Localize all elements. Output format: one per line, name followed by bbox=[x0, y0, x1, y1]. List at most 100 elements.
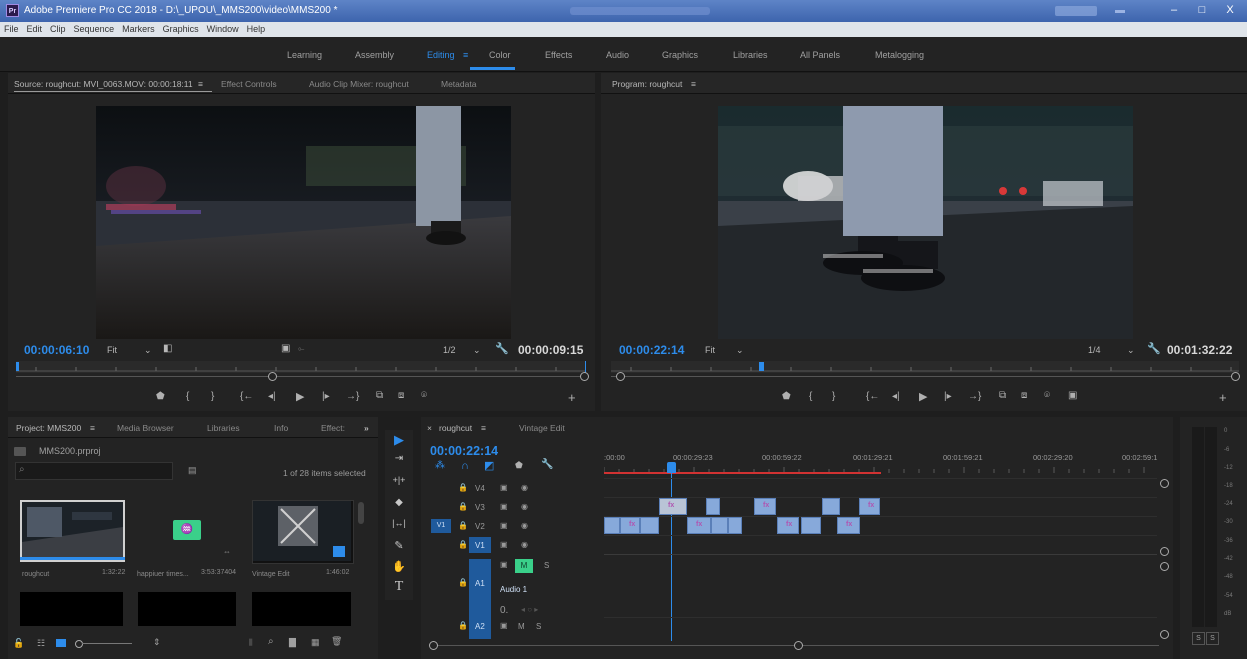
ripple-edit-tool-icon[interactable]: +|+ bbox=[389, 475, 409, 485]
source-time-ruler[interactable] bbox=[16, 361, 587, 373]
v4-sync-icon[interactable]: ▣ bbox=[500, 483, 508, 492]
menu-file[interactable]: File bbox=[0, 22, 23, 37]
source-go-to-out-icon[interactable]: →} bbox=[346, 391, 359, 402]
project-overflow-icon[interactable]: » bbox=[364, 423, 369, 433]
v3-clip-1[interactable]: fx bbox=[659, 498, 687, 515]
menu-markers[interactable]: Markers bbox=[118, 22, 159, 37]
source-resolution-select[interactable]: 1/2 bbox=[443, 345, 456, 355]
timeline-vscroll-handle-top[interactable] bbox=[1160, 479, 1169, 488]
timeline-hscroll-handle-left[interactable] bbox=[429, 641, 438, 650]
source-zoom-select[interactable]: Fit bbox=[107, 345, 117, 355]
tab-program[interactable]: Program: roughcut bbox=[612, 79, 682, 89]
source-step-back-icon[interactable]: ◂| bbox=[268, 391, 276, 402]
find-icon[interactable]: ⌕ bbox=[268, 636, 274, 647]
selection-tool-icon[interactable]: ▶ bbox=[389, 432, 409, 448]
timeline-vscroll-handle-mid[interactable] bbox=[1160, 547, 1169, 556]
menu-graphics[interactable]: Graphics bbox=[159, 22, 203, 37]
type-tool-icon[interactable]: T bbox=[389, 579, 409, 595]
menu-sequence[interactable]: Sequence bbox=[70, 22, 119, 37]
workspace-all-panels[interactable]: All Panels bbox=[800, 50, 840, 60]
menu-clip[interactable]: Clip bbox=[46, 22, 70, 37]
v1-sync-icon[interactable]: ▣ bbox=[500, 540, 508, 549]
timeline-menu-icon[interactable]: ≡ bbox=[481, 423, 486, 433]
program-zoom-select[interactable]: Fit bbox=[705, 345, 715, 355]
source-step-forward-icon[interactable]: |▸ bbox=[322, 391, 330, 402]
program-resolution-select[interactable]: 1/4 bbox=[1088, 345, 1101, 355]
project-thumb-5[interactable] bbox=[138, 592, 236, 626]
source-insert-icon[interactable]: ⧉ bbox=[376, 390, 383, 401]
source-playhead-timecode[interactable]: 00:00:06:10 bbox=[24, 343, 89, 357]
track-v3-label[interactable]: V3 bbox=[475, 503, 485, 512]
snap-icon[interactable]: ⁂ bbox=[435, 460, 445, 471]
source-export-frame-icon[interactable]: ⌾ bbox=[421, 390, 427, 401]
timeline-timecode[interactable]: 00:00:22:14 bbox=[430, 444, 498, 458]
project-search-input[interactable] bbox=[15, 462, 173, 480]
v2-sync-icon[interactable]: ▣ bbox=[500, 521, 508, 530]
program-lift-icon[interactable]: ⧉ bbox=[999, 390, 1006, 401]
menu-edit[interactable]: Edit bbox=[23, 22, 47, 37]
workspace-effects[interactable]: Effects bbox=[545, 50, 572, 60]
workspace-menu-icon[interactable]: ≡ bbox=[463, 50, 468, 60]
project-thumb-happiuer[interactable]: ♒ ⇔ bbox=[138, 500, 238, 562]
v2-clip-5[interactable] bbox=[711, 517, 728, 534]
menu-window[interactable]: Window bbox=[203, 22, 243, 37]
timeline-vscroll-handle-bottom[interactable] bbox=[1160, 630, 1169, 639]
tab-media-browser[interactable]: Media Browser bbox=[117, 423, 174, 433]
v3-clip-4[interactable] bbox=[822, 498, 840, 515]
program-go-to-out-icon[interactable]: →} bbox=[968, 391, 981, 402]
v1-lock-icon[interactable]: 🔒 bbox=[458, 540, 468, 549]
workspace-color[interactable]: Color bbox=[489, 50, 511, 60]
a1-lock-icon[interactable]: 🔒 bbox=[458, 578, 468, 587]
track-v2-label[interactable]: V2 bbox=[475, 522, 485, 531]
source-zoom-handle-left[interactable] bbox=[268, 372, 277, 381]
a2-lock-icon[interactable]: 🔒 bbox=[458, 621, 468, 630]
new-search-bin-icon[interactable]: ▤ bbox=[188, 465, 197, 476]
work-area-bar[interactable] bbox=[604, 472, 881, 474]
a1-volume-value[interactable]: 0. bbox=[500, 605, 508, 616]
pen-tool-icon[interactable]: ✎ bbox=[389, 539, 409, 552]
timeline-vscroll-handle-audio[interactable] bbox=[1160, 562, 1169, 571]
program-compare-icon[interactable]: ▣ bbox=[1068, 390, 1077, 401]
a1-sync-icon[interactable]: ▣ bbox=[500, 560, 508, 569]
program-go-to-in-icon[interactable]: {← bbox=[866, 391, 879, 402]
program-extract-icon[interactable]: ⧈ bbox=[1021, 390, 1027, 401]
track-a1-label[interactable]: A1 bbox=[475, 579, 485, 588]
source-play-icon[interactable]: ▶ bbox=[296, 390, 304, 403]
v3-clip-3[interactable]: fx bbox=[754, 498, 776, 515]
maximize-button[interactable]: □ bbox=[1188, 3, 1216, 18]
v2-clip-8[interactable] bbox=[801, 517, 821, 534]
sort-icon[interactable]: ⇕ bbox=[153, 637, 161, 648]
tab-source[interactable]: Source: roughcut: MVI_0063.MOV: 00:00:18… bbox=[14, 79, 193, 89]
program-mark-in-icon[interactable]: { bbox=[809, 391, 812, 402]
project-thumb-4[interactable] bbox=[20, 592, 123, 626]
slip-tool-icon[interactable]: |↔| bbox=[389, 518, 409, 528]
zoom-slider-handle[interactable] bbox=[75, 640, 83, 648]
workspace-assembly[interactable]: Assembly bbox=[355, 50, 394, 60]
v2-clip-9[interactable]: fx bbox=[837, 517, 860, 534]
source-zoom-handle-right[interactable] bbox=[580, 372, 589, 381]
program-time-ruler[interactable] bbox=[611, 361, 1239, 373]
v2-clip-1[interactable] bbox=[604, 517, 620, 534]
v3-eye-icon[interactable]: ◉ bbox=[521, 502, 528, 511]
workspace-libraries[interactable]: Libraries bbox=[733, 50, 768, 60]
trash-icon[interactable]: 🗑 bbox=[331, 636, 342, 647]
v4-eye-icon[interactable]: ◉ bbox=[521, 483, 528, 492]
program-add-marker-icon[interactable]: ⬟ bbox=[782, 391, 791, 402]
program-mark-out-icon[interactable]: } bbox=[832, 391, 835, 402]
track-a2-label[interactable]: A2 bbox=[475, 622, 485, 631]
close-button[interactable]: X bbox=[1216, 3, 1244, 18]
v2-clip-2[interactable]: fx bbox=[620, 517, 640, 534]
a1-prev-keyframe-icon[interactable]: ◂ ○ ▸ bbox=[521, 605, 538, 614]
a2-solo-button[interactable]: S bbox=[536, 622, 541, 631]
source-settings-icon[interactable]: ◧ bbox=[163, 343, 172, 354]
v2-clip-6[interactable] bbox=[728, 517, 742, 534]
icon-view-icon[interactable] bbox=[56, 639, 66, 647]
source-drag-video-icon[interactable]: ▣ bbox=[281, 343, 290, 354]
project-thumb-6[interactable] bbox=[252, 592, 351, 626]
new-bin-icon[interactable]: ▇ bbox=[289, 637, 296, 648]
hand-tool-icon[interactable]: ✋ bbox=[389, 560, 409, 573]
source-wrench-icon[interactable]: 🔧 bbox=[495, 342, 509, 355]
track-v1-label[interactable]: V1 bbox=[475, 541, 485, 550]
workspace-metalogging[interactable]: Metalogging bbox=[875, 50, 924, 60]
tab-libraries[interactable]: Libraries bbox=[207, 423, 240, 433]
